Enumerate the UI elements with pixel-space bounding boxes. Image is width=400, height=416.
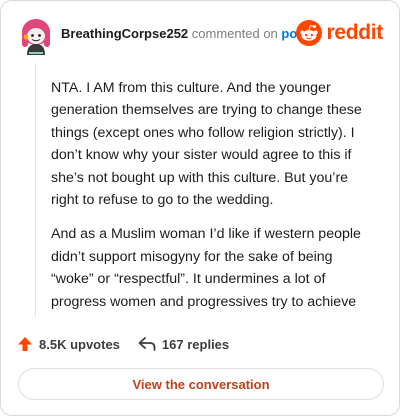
upvotes-count: 8.5K upvotes xyxy=(39,336,120,352)
reddit-wordmark: reddit xyxy=(326,21,383,44)
view-conversation-button[interactable]: View the conversation xyxy=(18,368,384,400)
avatar[interactable] xyxy=(17,17,55,55)
reddit-logo-icon xyxy=(296,20,323,46)
upvotes-stat[interactable]: 8.5K upvotes xyxy=(17,336,120,352)
comment-header: BreathingCorpse252 commented on post red… xyxy=(15,13,385,55)
comment-footer: 8.5K upvotes 167 replies xyxy=(17,333,247,355)
upvote-arrow-icon xyxy=(18,337,32,351)
comment-paragraph: NTA. I AM from this culture. And the you… xyxy=(51,80,362,209)
comment-attribution: BreathingCorpse252 commented on post xyxy=(61,26,309,41)
username-link[interactable]: BreathingCorpse252 xyxy=(61,26,188,41)
comment-body: NTA. I AM from this culture. And the you… xyxy=(51,77,377,325)
comment-card: BreathingCorpse252 commented on post red… xyxy=(0,0,400,416)
thread-line xyxy=(35,63,36,317)
snoo-avatar-icon xyxy=(22,19,50,55)
comment-paragraph: And as a Muslim woman I’d like if wester… xyxy=(51,226,361,310)
action-text: commented on xyxy=(191,26,278,41)
reply-arrow-icon xyxy=(138,337,156,351)
replies-stat[interactable]: 167 replies xyxy=(138,336,229,352)
reddit-logo[interactable]: reddit xyxy=(296,19,383,47)
replies-count: 167 replies xyxy=(161,336,230,352)
